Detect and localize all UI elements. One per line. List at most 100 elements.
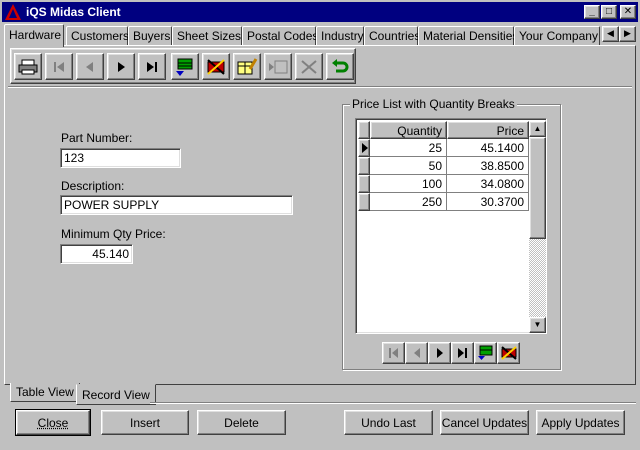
minimize-icon: _ xyxy=(589,6,595,17)
insert-record-icon xyxy=(176,58,193,76)
row-indicator[interactable] xyxy=(358,175,370,193)
tab-hardware[interactable]: Hardware xyxy=(4,24,64,47)
maximize-icon: □ xyxy=(605,6,613,17)
grid-insert-button[interactable] xyxy=(474,342,497,364)
last-record-button[interactable] xyxy=(138,53,166,80)
quantity-cell[interactable]: 100 xyxy=(370,175,447,193)
grid-last-button[interactable] xyxy=(451,342,474,364)
close-icon: ✕ xyxy=(623,6,633,17)
last-record-icon xyxy=(457,348,467,358)
row-indicator[interactable] xyxy=(358,193,370,211)
main-tab-strip: Hardware Customers Buyers Sheet Sizes Po… xyxy=(4,24,600,47)
app-logo-icon xyxy=(5,4,21,20)
first-record-icon xyxy=(54,61,64,72)
scroll-thumb[interactable] xyxy=(529,137,546,239)
tab-your-company[interactable]: Your Company xyxy=(514,26,600,46)
edit-record-button[interactable] xyxy=(233,53,261,80)
grid-next-button[interactable] xyxy=(428,342,451,364)
price-cell[interactable]: 38.8500 xyxy=(447,157,529,175)
undo-last-button[interactable]: Undo Last xyxy=(344,410,433,435)
next-record-icon xyxy=(118,61,125,72)
next-record-button[interactable] xyxy=(107,53,135,80)
price-list-grid[interactable]: Quantity Price 25 45.1400 50 38.8500 100… xyxy=(355,118,547,334)
min-qty-price-label: Minimum Qty Price: xyxy=(61,227,166,241)
cancel-edit-button[interactable] xyxy=(295,53,323,80)
tab-record-view[interactable]: Record View xyxy=(76,384,156,405)
quantity-cell[interactable]: 250 xyxy=(370,193,447,211)
close-window-button[interactable]: ✕ xyxy=(620,5,636,19)
quantity-cell[interactable]: 50 xyxy=(370,157,447,175)
print-button[interactable] xyxy=(14,53,42,80)
title-bar[interactable]: iQS Midas Client _ □ ✕ xyxy=(2,2,638,22)
current-row-arrow-icon xyxy=(362,143,368,153)
post-record-icon xyxy=(269,60,288,73)
close-button[interactable]: Close xyxy=(15,409,91,436)
tab-label: Customers xyxy=(71,29,130,43)
delete-record-icon xyxy=(207,58,225,75)
column-header-price[interactable]: Price xyxy=(447,121,529,139)
grid-vertical-scrollbar[interactable]: ▲ ▼ xyxy=(529,121,546,333)
tab-table-view[interactable]: Table View xyxy=(10,383,80,402)
grid-previous-button[interactable] xyxy=(405,342,428,364)
minimize-button[interactable]: _ xyxy=(584,5,600,19)
insert-button-label: Insert xyxy=(129,415,160,430)
edit-record-icon xyxy=(237,57,258,74)
min-qty-price-input[interactable]: 45.140 xyxy=(60,244,133,264)
part-number-input[interactable]: 123 xyxy=(60,148,181,168)
post-record-button[interactable] xyxy=(264,53,292,80)
undo-last-button-label: Undo Last xyxy=(361,415,416,430)
record-toolbar xyxy=(10,48,356,84)
grid-delete-button[interactable] xyxy=(497,342,520,364)
description-input[interactable]: POWER SUPPLY xyxy=(60,195,293,215)
tab-customers[interactable]: Customers xyxy=(66,26,130,46)
tab-label: Your Company xyxy=(519,29,598,43)
tab-label: Postal Codes xyxy=(247,29,319,43)
toolbar-divider xyxy=(8,86,632,88)
price-cell[interactable]: 45.1400 xyxy=(447,139,529,157)
price-cell[interactable]: 30.3700 xyxy=(447,193,529,211)
grid-navigator xyxy=(382,342,522,364)
tab-postal-codes[interactable]: Postal Codes xyxy=(242,26,319,46)
delete-record-button[interactable] xyxy=(202,53,230,80)
insert-button[interactable]: Insert xyxy=(101,410,189,435)
description-label: Description: xyxy=(61,179,125,193)
cancel-updates-button[interactable]: Cancel Updates xyxy=(440,410,529,435)
tab-label: Countries xyxy=(369,29,421,43)
grid-first-button[interactable] xyxy=(382,342,405,364)
previous-record-icon xyxy=(86,61,93,72)
tab-material-densities[interactable]: Material Densities xyxy=(418,26,518,46)
scroll-up-button[interactable]: ▲ xyxy=(529,121,546,137)
insert-record-button[interactable] xyxy=(171,53,199,80)
cancel-updates-button-label: Cancel Updates xyxy=(441,415,528,430)
tab-scroll-right-button[interactable]: ▶ xyxy=(619,26,636,42)
column-header-quantity[interactable]: Quantity xyxy=(370,121,447,139)
row-indicator[interactable] xyxy=(358,157,370,175)
apply-updates-button[interactable]: Apply Updates xyxy=(536,410,625,435)
tab-industry[interactable]: Industry xyxy=(316,26,364,46)
cancel-edit-icon xyxy=(301,59,317,74)
close-button-label: Close xyxy=(37,415,69,430)
delete-record-icon xyxy=(500,346,517,360)
delete-button-label: Delete xyxy=(224,415,259,430)
insert-record-icon xyxy=(477,345,492,360)
apply-updates-button-label: Apply Updates xyxy=(541,415,620,430)
price-cell[interactable]: 34.0800 xyxy=(447,175,529,193)
tab-scroll-left-button[interactable]: ◀ xyxy=(602,26,619,42)
maximize-button[interactable]: □ xyxy=(601,5,617,19)
printer-icon xyxy=(18,59,38,74)
row-indicator[interactable] xyxy=(358,139,370,157)
tab-label: Record View xyxy=(82,388,150,402)
scroll-down-button[interactable]: ▼ xyxy=(529,317,546,333)
first-record-icon xyxy=(388,348,398,358)
refresh-button[interactable] xyxy=(326,53,354,80)
last-record-icon xyxy=(147,61,157,72)
tab-buyers[interactable]: Buyers xyxy=(128,26,172,46)
previous-record-button[interactable] xyxy=(76,53,104,80)
quantity-cell[interactable]: 25 xyxy=(370,139,447,157)
tab-label: Hardware xyxy=(9,28,62,42)
tab-countries[interactable]: Countries xyxy=(364,26,421,46)
tab-sheet-sizes[interactable]: Sheet Sizes xyxy=(172,26,242,46)
delete-button[interactable]: Delete xyxy=(197,410,286,435)
first-record-button[interactable] xyxy=(45,53,73,80)
tab-label: Material Densities xyxy=(423,29,519,43)
